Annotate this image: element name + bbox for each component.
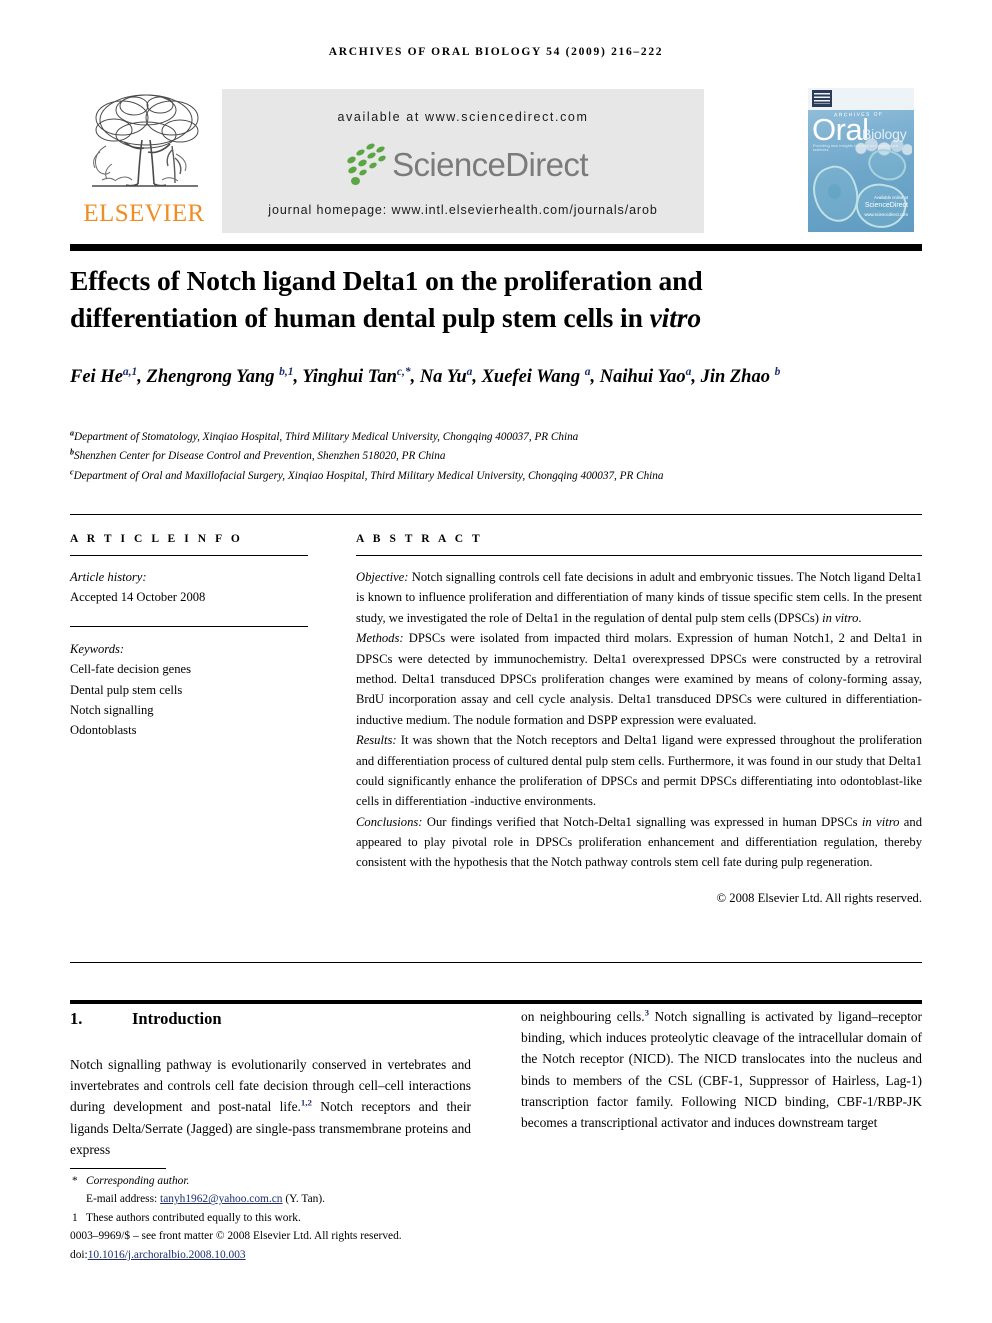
introduction-right-column: on neighbouring cells.3 Notch signalling… [521, 1006, 922, 1133]
running-head: ARCHIVES OF ORAL BIOLOGY 54 (2009) 216–2… [0, 46, 992, 58]
abstract-rule [356, 555, 922, 556]
abstract-body: Objective: Notch signalling controls cel… [356, 567, 922, 908]
doi-link[interactable]: 10.1016/j.archoralbio.2008.10.003 [88, 1249, 246, 1261]
cover-sd-wordmark: ScienceDirect [864, 202, 908, 210]
body-top-divider [70, 962, 922, 963]
footnote-email: E-mail address: tanyh1962@yahoo.com.cn (… [70, 1190, 490, 1208]
introduction-rule [70, 1000, 922, 1004]
elsevier-wordmark: ELSEVIER [83, 200, 205, 227]
running-head-journal: ARCHIVES OF ORAL BIOLOGY [328, 46, 542, 58]
email-label: E-mail address: [86, 1193, 158, 1206]
abstract-section-objective: Objective: Notch signalling controls cel… [356, 570, 922, 625]
introduction-paragraph-left: Notch signalling pathway is evolutionari… [70, 1057, 472, 1157]
footnote-equal-contribution: 1 These authors contributed equally to t… [70, 1209, 490, 1227]
footnote-mark-one: 1 [72, 1211, 78, 1224]
article-history: Article history: Accepted 14 October 200… [70, 567, 308, 608]
doi-line: doi:10.1016/j.archoralbio.2008.10.003 [70, 1246, 490, 1264]
article-info-column: A R T I C L E I N F O Article history: A… [70, 533, 308, 741]
section-title: Introduction [132, 1009, 222, 1028]
affiliation-c: cDepartment of Oral and Maxillofacial Su… [70, 466, 664, 482]
article-history-label: Article history: [70, 570, 147, 584]
sciencedirect-band: available at www.sciencedirect.com Scien… [222, 89, 704, 233]
footnote-divider [70, 1168, 166, 1169]
email-link[interactable]: tanyh1962@yahoo.com.cn [160, 1193, 282, 1205]
introduction-heading: 1. Introduction [70, 1006, 471, 1032]
affiliation-b: bShenzhen Center for Disease Control and… [70, 447, 446, 463]
author-list: Fei Hea,1, Zhengrong Yang b,1, Yinghui T… [70, 365, 781, 387]
article-info-heading: A R T I C L E I N F O [70, 533, 243, 545]
keyword-item: Notch signalling [70, 702, 154, 717]
article-info-rule-1 [70, 555, 308, 556]
cover-cell-nucleus [828, 184, 841, 199]
cover-sd-url: www.sciencedirect.com [864, 211, 908, 217]
running-head-citation: 54 (2009) 216–222 [546, 46, 664, 58]
footnotes: * Corresponding author. E-mail address: … [70, 1172, 490, 1264]
abstract-heading: A B S T R A C T [356, 533, 483, 545]
available-at-text: available at www.sciencedirect.com [337, 110, 589, 124]
title-line-2: differentiation of human dental pulp ste… [70, 301, 702, 333]
footnote-mark-asterisk: * [72, 1175, 78, 1187]
article-info-rule-2 [70, 625, 308, 627]
introduction-paragraph-right: on neighbouring cells.3 Notch signalling… [521, 1007, 922, 1130]
sciencedirect-swoosh-icon [338, 142, 390, 188]
title-line-1: Effects of Notch ligand Delta1 on the pr… [70, 265, 703, 296]
cover-biology-label: Biology [862, 126, 907, 142]
abstract-section-methods: Methods: DPSCs were isolated from impact… [356, 631, 922, 727]
introduction-left-column: 1. Introduction Notch signalling pathway … [70, 1006, 471, 1160]
email-attribution: (Y. Tan). [285, 1193, 325, 1206]
sciencedirect-wordmark: ScienceDirect [392, 146, 588, 183]
abstract-top-divider [70, 514, 922, 515]
sciencedirect-logo: ScienceDirect [222, 142, 704, 194]
page-title: Effects of Notch ligand Delta1 on the pr… [70, 263, 870, 336]
abstract-column: A B S T R A C T Objective: Notch signall… [356, 533, 922, 908]
section-number: 1. [70, 1009, 83, 1028]
keywords-label: Keywords: [70, 641, 125, 656]
elsevier-tree-icon [76, 88, 212, 200]
keyword-item: Cell-fate decision genes [70, 662, 191, 677]
footnote-equal-text: These authors contributed equally to thi… [86, 1211, 301, 1224]
masthead: ELSEVIER available at www.sciencedirect.… [70, 86, 922, 236]
journal-article-page: ARCHIVES OF ORAL BIOLOGY 54 (2009) 216–2… [0, 0, 992, 1323]
title-italic-vitro: vitro [649, 301, 702, 333]
abstract-copyright: © 2008 Elsevier Ltd. All rights reserved… [716, 890, 922, 905]
footnote-corresponding-author: * Corresponding author. [70, 1172, 490, 1190]
affiliation-a: aDepartment of Stomatology, Xinqiao Hosp… [70, 428, 579, 443]
abstract-section-conclusions: Conclusions: Our findings verified that … [356, 814, 922, 870]
keywords-block: Keywords: Cell-fate decision genes Denta… [70, 639, 308, 741]
keyword-item: Odontoblasts [70, 723, 137, 738]
elsevier-logo: ELSEVIER [70, 86, 218, 236]
cover-subtitle: Providing new insights into oral and cra… [813, 144, 899, 152]
cover-sciencedirect-note: Available online at ScienceDirect www.sc… [864, 195, 908, 218]
cover-elsevier-icon [812, 90, 832, 107]
journal-cover-thumbnail: ARCHIVES OF Oral Biology Providing new i… [800, 86, 922, 234]
keyword-item: Dental pulp stem cells [70, 682, 183, 697]
cover-oral-label: Oral [812, 112, 869, 147]
journal-homepage-text: journal homepage: www.intl.elsevierhealt… [268, 203, 658, 217]
article-history-value: Accepted 14 October 2008 [70, 590, 206, 605]
doi-label: doi: [70, 1248, 88, 1261]
footnote-corresponding-text: Corresponding author. [86, 1175, 190, 1187]
front-matter-line: 0003–9969/$ – see front matter © 2008 El… [70, 1230, 402, 1243]
abstract-section-results: Results: It was shown that the Notch rec… [356, 733, 922, 809]
masthead-divider [70, 244, 922, 251]
affiliation-list: aDepartment of Stomatology, Xinqiao Hosp… [70, 428, 940, 486]
